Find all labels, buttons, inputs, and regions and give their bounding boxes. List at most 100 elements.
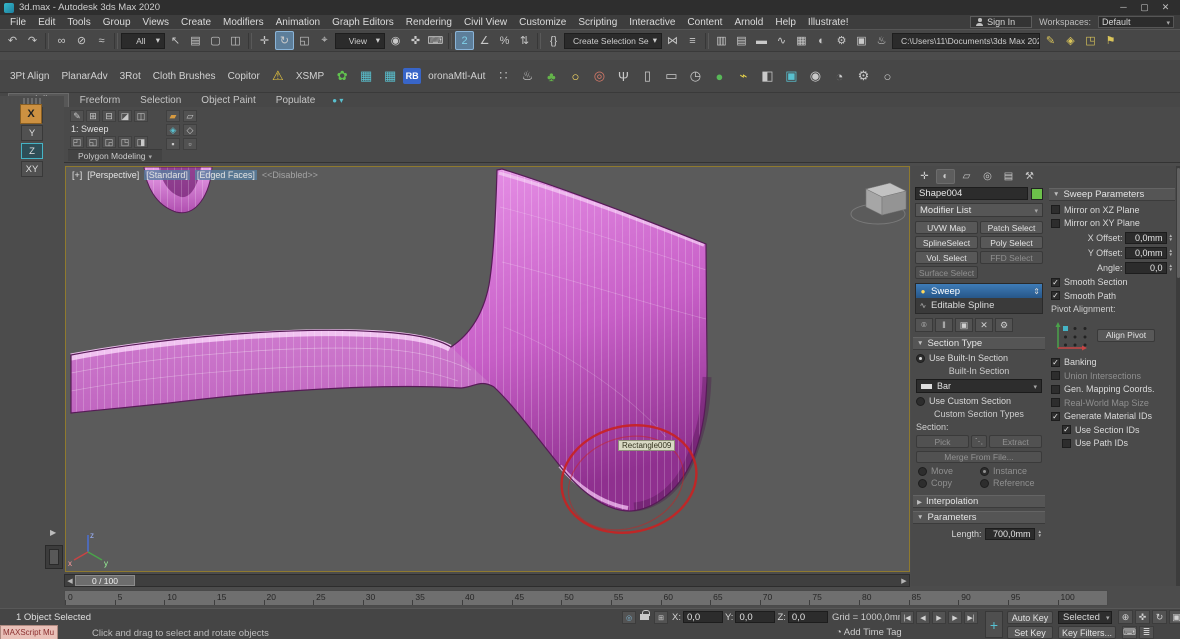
checkbox[interactable] [1051, 358, 1060, 367]
use-builtin-section-radio[interactable]: Use Built-In Section [916, 353, 1042, 363]
spinner-arrows[interactable] [1169, 249, 1173, 257]
flower-icon[interactable]: ✿ [331, 65, 353, 87]
keyboard-override-icon[interactable]: ⌨ [426, 31, 445, 50]
named-selection-sets-icon[interactable]: {} [544, 31, 563, 50]
checkbox[interactable] [1051, 278, 1060, 287]
checkbox[interactable] [1051, 412, 1060, 421]
checkbox[interactable] [1051, 371, 1060, 380]
spinner-snap-icon[interactable]: ⇅ [515, 31, 534, 50]
zoom-icon[interactable]: ⊕ [1118, 610, 1133, 624]
menu-item[interactable]: Customize [513, 17, 572, 28]
toolbar-item[interactable] [705, 33, 709, 49]
ribbon-display-toggle[interactable]: ● ▾ [332, 96, 343, 105]
track-view-icon[interactable]: ≣ [1139, 626, 1154, 639]
menu-item[interactable]: Illustrate! [802, 17, 855, 28]
menu-item[interactable]: File [4, 17, 32, 28]
snap-toggle-icon[interactable]: 2 [455, 31, 474, 50]
target-icon[interactable]: ◎ [588, 65, 610, 87]
z-coordinate-field[interactable]: 0,0 [788, 611, 828, 623]
selection-lock-icon[interactable] [640, 609, 649, 623]
circle-icon[interactable]: ○ [876, 65, 898, 87]
render-setup-icon[interactable]: ⚙ [832, 31, 851, 50]
isolate-toggle-icon[interactable]: ◈ [1061, 31, 1080, 50]
menu-item[interactable]: Group [97, 17, 137, 28]
viewport-menu-pov[interactable]: [Perspective] [87, 170, 139, 180]
menu-item[interactable]: Edit [32, 17, 61, 28]
time-slider[interactable]: ◀ 0 / 100 ▶ [64, 574, 910, 587]
play-animation-icon[interactable]: ▶ [932, 611, 946, 624]
redo-icon[interactable]: ↷ [23, 31, 42, 50]
pick-section-button[interactable]: Pick [916, 435, 969, 448]
isolate-selection-icon[interactable]: ◎ [622, 611, 636, 624]
key-filters-button[interactable]: Key Filters... [1058, 626, 1116, 639]
teapot-icon[interactable]: ♨ [516, 65, 538, 87]
checkbox-row[interactable]: Gen. Mapping Coords. [1051, 384, 1173, 395]
modifier-set-button[interactable]: Poly Select [980, 236, 1043, 249]
align-pivot-button[interactable]: Align Pivot [1097, 329, 1155, 342]
spinner-arrows[interactable] [1038, 530, 1042, 538]
axis-y-button[interactable]: Y [21, 125, 43, 141]
bulb-icon[interactable]: ○ [564, 65, 586, 87]
checkbox[interactable] [1051, 291, 1060, 300]
extract-section-button[interactable]: Extract [989, 435, 1042, 448]
workspace-dropdown[interactable]: Default [1098, 16, 1174, 28]
grid-mode-icon[interactable]: ▫ [183, 138, 197, 150]
pick-flyout-icon[interactable]: ⋱ [971, 435, 987, 448]
motion-tab-icon[interactable]: ◎ [978, 169, 997, 184]
next-frame-icon[interactable]: ▶ [948, 611, 962, 624]
create-tab-icon[interactable]: ✛ [915, 169, 934, 184]
detach-icon[interactable]: ⊟ [102, 110, 116, 122]
chamfer-icon[interactable]: ◨ [134, 136, 148, 148]
track-bar[interactable]: 0510152025303540455055606570758085909510… [64, 590, 1108, 606]
percent-snap-icon[interactable]: % [495, 31, 514, 50]
selection-region-icon[interactable]: ▢ [206, 31, 225, 50]
modifier-set-button[interactable]: SplineSelect [915, 236, 978, 249]
menu-item[interactable]: Create [175, 17, 217, 28]
menu-item[interactable]: Tools [61, 17, 96, 28]
menu-item[interactable]: Animation [270, 17, 326, 28]
qr-code-icon-2[interactable]: ▦ [379, 65, 401, 87]
maxscript-mini-listener[interactable]: MAXScript Mu [0, 625, 58, 639]
minimize-button[interactable]: ─ [1113, 2, 1134, 13]
unlink-selection-icon[interactable]: ⊘ [72, 31, 91, 50]
mirror-icon[interactable]: ⋈ [663, 31, 682, 50]
clone-method-radio[interactable]: Copy [918, 478, 978, 488]
extrude-icon[interactable]: ◰ [70, 136, 84, 148]
modifier-set-button[interactable]: FFD Select [980, 251, 1043, 264]
window-crossing-icon[interactable]: ◫ [226, 31, 245, 50]
swift-loop-icon[interactable]: ◫ [134, 110, 148, 122]
checkbox[interactable] [1062, 439, 1071, 448]
go-to-end-icon[interactable]: ▶| [964, 611, 978, 624]
curve-editor-icon[interactable]: ∿ [772, 31, 791, 50]
panel-icon[interactable]: ▣ [780, 65, 802, 87]
select-and-manipulate-icon[interactable]: ✜ [406, 31, 425, 50]
object-name-field[interactable]: Shape004 [915, 187, 1028, 200]
bevel-icon[interactable]: ◱ [86, 136, 100, 148]
menu-item[interactable]: Scripting [572, 17, 623, 28]
select-and-rotate-icon[interactable]: ↻ [275, 31, 294, 50]
clone-method-radio[interactable]: Instance [980, 466, 1040, 476]
modifier-sweep-row[interactable]: ● Sweep ⇕ [916, 284, 1042, 298]
toolbar-item[interactable] [448, 33, 452, 49]
toolbar-item[interactable] [248, 33, 252, 49]
qr-code-icon[interactable]: ▦ [355, 65, 377, 87]
viewport-menu-general[interactable]: [+] [72, 170, 82, 180]
checkbox-row[interactable]: Smooth Section [1051, 277, 1173, 288]
checkbox-row[interactable]: Mirror on XZ Plane [1051, 204, 1173, 215]
menu-item[interactable]: Arnold [728, 17, 769, 28]
menu-item[interactable]: Help [769, 17, 802, 28]
material-editor-icon[interactable]: ◐ [812, 31, 831, 50]
toolbar-item[interactable] [537, 33, 541, 49]
layer-explorer-icon[interactable]: ▤ [732, 31, 751, 50]
inset-icon[interactable]: ◲ [102, 136, 116, 148]
ribbon-tab[interactable]: Populate [267, 94, 324, 107]
modifier-set-button[interactable]: Patch Select [980, 221, 1043, 234]
copitor-button[interactable]: Copitor [223, 65, 265, 87]
x-coordinate-field[interactable]: 0,0 [683, 611, 723, 623]
menu-item[interactable]: Interactive [623, 17, 681, 28]
viewport-menu-shading[interactable]: [Edged Faces] [195, 170, 257, 180]
orbit-icon[interactable]: ↻ [1152, 610, 1167, 624]
panel-scrollbar[interactable] [1176, 166, 1180, 586]
spinner-field[interactable]: 0,0mm [1125, 247, 1167, 259]
bone-icon[interactable]: Ψ [612, 65, 634, 87]
